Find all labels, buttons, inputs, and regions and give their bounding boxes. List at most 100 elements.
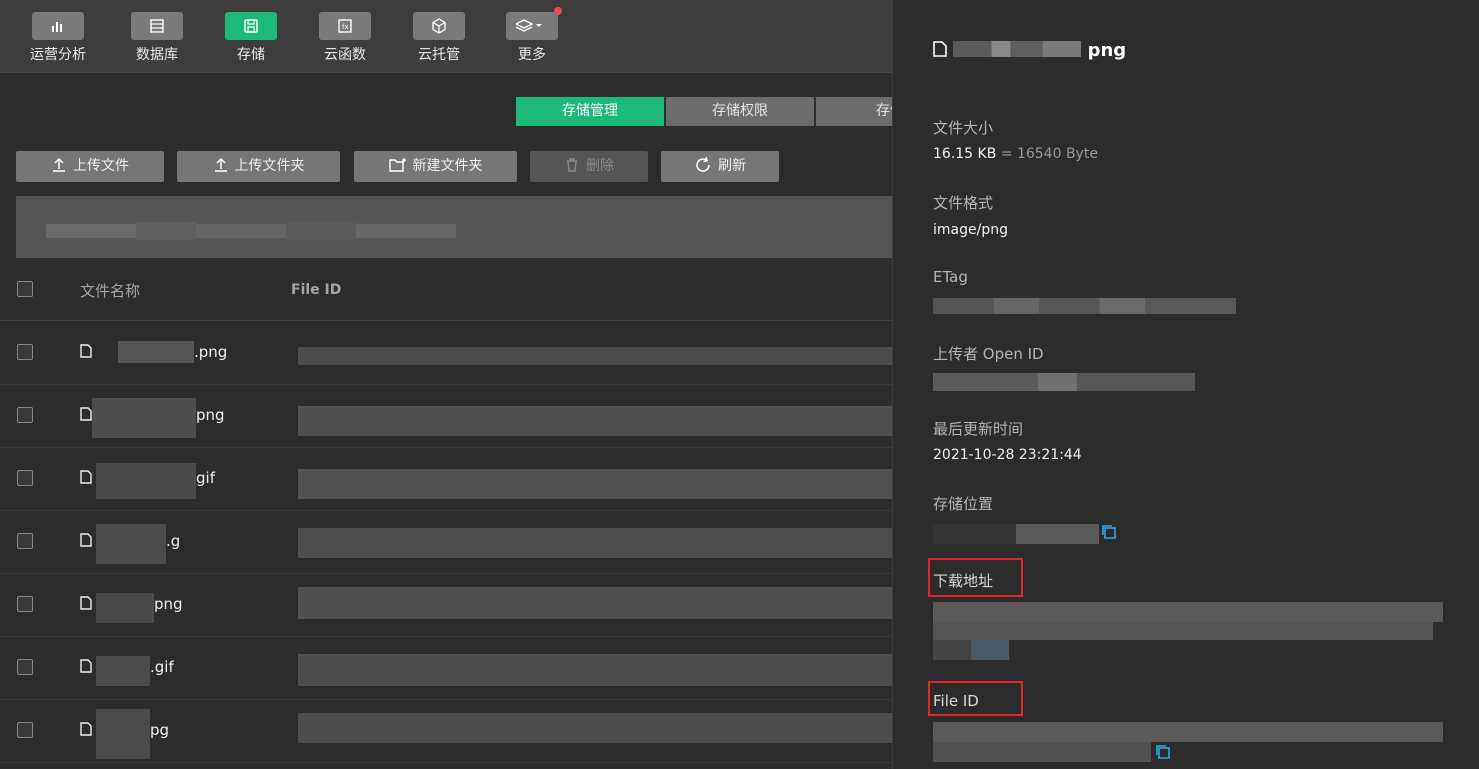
pixelated-filename (96, 463, 196, 499)
table-header: 文件名称 File ID (0, 258, 892, 321)
tab-storage-permission[interactable]: 存储权限 (666, 97, 814, 126)
table-row[interactable]: .gif (0, 636, 892, 700)
svg-text:fx: fx (342, 23, 349, 31)
notification-badge (554, 7, 562, 15)
function-icon: fx (319, 12, 371, 40)
file-title: png (933, 40, 1126, 61)
file-name[interactable]: .png (194, 343, 227, 361)
upload-file-button[interactable]: 上传文件 (16, 151, 164, 182)
file-name[interactable]: png (196, 406, 225, 424)
table-row[interactable]: pg (0, 699, 892, 763)
table-row[interactable]: .g (0, 510, 892, 574)
pixelated-fileid (298, 713, 892, 743)
delete-button[interactable]: 删除 (530, 151, 648, 182)
pixelated-fileid (298, 654, 892, 686)
format-label: 文件格式 (933, 194, 994, 212)
pixelated-fileid (298, 469, 892, 499)
tab-storage-management[interactable]: 存储管理 (516, 97, 664, 126)
new-folder-button[interactable]: 新建文件夹 (354, 151, 517, 182)
pixelated-path (46, 220, 486, 246)
pixelated-filename (96, 524, 166, 564)
upload-icon (53, 157, 65, 172)
row-checkbox[interactable] (17, 722, 33, 738)
uploader-label: 上传者 Open ID (933, 345, 1044, 363)
nav-label: 更多 (518, 47, 546, 63)
copy-icon[interactable] (1155, 744, 1171, 760)
nav-item-storage[interactable]: 存储 (211, 12, 291, 68)
table-row[interactable]: png (0, 573, 892, 637)
pixelated-filename (92, 398, 196, 438)
pixelated-fileid-value (933, 722, 1443, 742)
upload-folder-button[interactable]: 上传文件夹 (177, 151, 340, 182)
new-folder-icon (388, 157, 406, 172)
format-value: image/png (933, 222, 1008, 238)
nav-item-more[interactable]: 更多 (492, 7, 572, 68)
row-checkbox[interactable] (17, 470, 33, 486)
path-bar (16, 196, 892, 258)
pixelated-fileid-value (933, 742, 1151, 762)
row-checkbox[interactable] (17, 659, 33, 675)
nav-item-database[interactable]: 数据库 (117, 12, 197, 68)
pixelated-filename (96, 709, 150, 759)
save-icon (225, 12, 277, 40)
file-icon (80, 406, 92, 424)
file-title-suffix: png (1087, 40, 1127, 61)
file-name[interactable]: .g (166, 532, 180, 550)
row-checkbox[interactable] (17, 533, 33, 549)
trash-icon (567, 157, 577, 172)
pixelated-filename (96, 593, 154, 623)
main-area: 运营分析 数据库 存储 fx 云函数 云托管 更多 存储管理 存储权限 存 上传… (0, 0, 892, 769)
pixelated-download-url (933, 622, 1433, 640)
etag-label: ETag (933, 268, 968, 286)
delete-label: 删除 (586, 158, 614, 174)
pixelated-filename (953, 41, 1082, 57)
size-bytes: = 16540 Byte (1000, 146, 1098, 162)
pixelated-fileid (298, 587, 892, 619)
pixelated-filename (118, 341, 194, 363)
column-header-name: 文件名称 (80, 282, 141, 300)
nav-item-functions[interactable]: fx 云函数 (305, 12, 385, 68)
copy-icon[interactable] (1101, 524, 1117, 540)
tab-storage-other[interactable]: 存储 (816, 97, 892, 126)
select-all-checkbox[interactable] (17, 281, 33, 297)
pixelated-fileid (298, 347, 892, 365)
upload-icon (214, 157, 227, 172)
file-icon (80, 343, 92, 361)
file-name[interactable]: .gif (150, 658, 174, 676)
size-label: 文件大小 (933, 119, 994, 137)
location-label: 存储位置 (933, 495, 994, 513)
pixelated-location (933, 524, 1099, 544)
file-name[interactable]: png (154, 595, 183, 613)
file-detail-panel: png 文件大小 16.15 KB = 16540 Byte 文件格式 imag… (892, 0, 1479, 769)
file-icon (80, 721, 92, 739)
nav-label: 数据库 (136, 47, 178, 63)
pixelated-fileid (298, 406, 892, 436)
file-name[interactable]: pg (150, 721, 169, 739)
refresh-button[interactable]: 刷新 (661, 151, 779, 182)
file-icon (80, 658, 92, 676)
table-row[interactable]: png (0, 384, 892, 448)
refresh-icon (696, 156, 710, 172)
table-row[interactable]: gif (0, 447, 892, 511)
upload-file-label: 上传文件 (73, 158, 129, 174)
file-name[interactable]: gif (196, 469, 215, 487)
nav-item-hosting[interactable]: 云托管 (399, 12, 479, 68)
updated-label: 最后更新时间 (933, 420, 1024, 438)
nav-item-analytics[interactable]: 运营分析 (18, 12, 98, 68)
row-checkbox[interactable] (17, 407, 33, 423)
upload-folder-label: 上传文件夹 (234, 158, 305, 174)
column-header-fileid: File ID (291, 282, 342, 298)
pixelated-download-url (933, 602, 1443, 622)
table-row[interactable]: .png (0, 321, 892, 385)
pixelated-filename (96, 656, 150, 686)
bar-chart-icon (32, 12, 84, 40)
fileid-label: File ID (933, 692, 979, 710)
nav-label: 运营分析 (30, 47, 86, 63)
layers-icon (506, 7, 562, 40)
nav-label: 云函数 (324, 47, 366, 63)
row-checkbox[interactable] (17, 596, 33, 612)
file-icon (80, 595, 92, 613)
pixelated-fileid (298, 528, 892, 558)
file-icon (933, 41, 947, 57)
row-checkbox[interactable] (17, 344, 33, 360)
